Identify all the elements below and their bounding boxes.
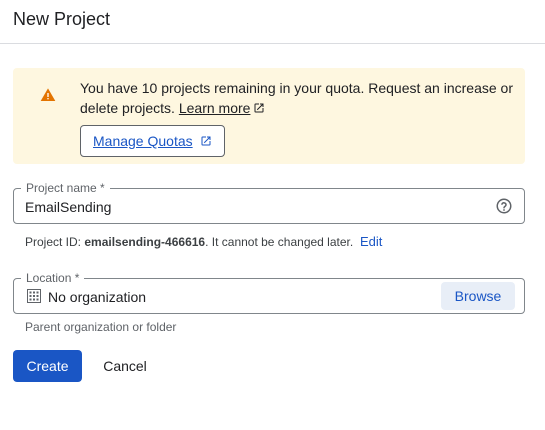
- project-name-label: Project name *: [21, 181, 110, 195]
- quota-message: You have 10 projects remaining in your q…: [80, 80, 513, 116]
- learn-more-link[interactable]: Learn more: [179, 100, 251, 116]
- help-circle-icon[interactable]: [495, 197, 513, 215]
- location-field[interactable]: Location * No organization Browse: [13, 271, 525, 314]
- warning-icon: [40, 88, 56, 101]
- project-name-input[interactable]: EmailSending: [25, 198, 111, 216]
- manage-quotas-button[interactable]: Manage Quotas: [80, 125, 225, 157]
- project-id-suffix: . It cannot be changed later.: [205, 235, 354, 249]
- location-hint: Parent organization or folder: [25, 320, 177, 334]
- quota-message-block: You have 10 projects remaining in your q…: [80, 78, 515, 118]
- project-id-value: emailsending-466616: [84, 235, 206, 249]
- project-name-field[interactable]: Project name * EmailSending: [13, 181, 525, 224]
- learn-more-label: Learn more: [178, 100, 251, 116]
- new-project-page: New Project You have 10 projects remaini…: [0, 0, 545, 430]
- external-link-icon: [254, 103, 264, 113]
- external-link-icon: [201, 136, 211, 146]
- location-value: No organization: [48, 289, 147, 305]
- page-title: New Project: [13, 9, 111, 29]
- quota-warning-banner: You have 10 projects remaining in your q…: [13, 68, 525, 164]
- building-icon: [27, 289, 41, 303]
- project-id-text: Project ID: emailsending-466616. It cann…: [25, 234, 353, 250]
- manage-quotas-label: Manage Quotas: [93, 133, 193, 149]
- page-header: New Project: [0, 0, 545, 44]
- project-id-prefix: Project ID:: [25, 235, 85, 249]
- cancel-button[interactable]: Cancel: [93, 350, 157, 382]
- browse-button[interactable]: Browse: [441, 282, 515, 310]
- edit-project-id-button[interactable]: Edit: [360, 234, 382, 250]
- create-button[interactable]: Create: [13, 350, 82, 382]
- location-label: Location *: [21, 271, 85, 285]
